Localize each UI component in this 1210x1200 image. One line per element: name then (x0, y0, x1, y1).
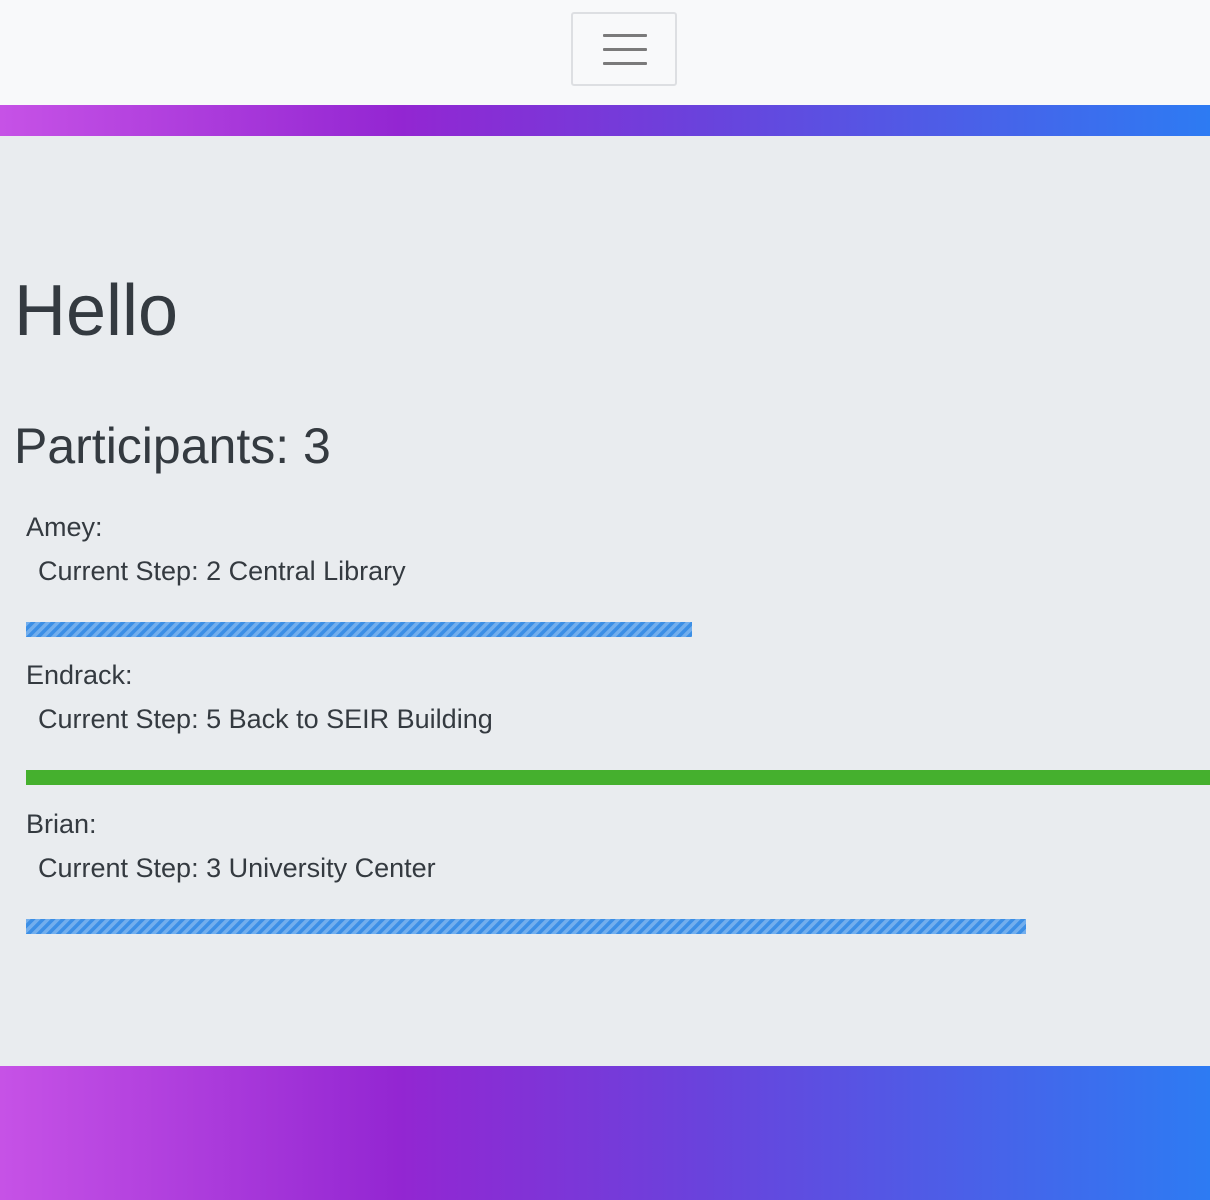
participant-name: Brian: (26, 809, 97, 839)
header-gradient-strip (0, 105, 1210, 136)
participant-name: Endrack: (26, 660, 133, 690)
participant-item: Amey: Current Step: 2 Central Library (26, 510, 1210, 637)
participant-item: Endrack: Current Step: 5 Back to SEIR Bu… (26, 658, 1210, 785)
participant-name: Amey: (26, 512, 103, 542)
progress-bar (26, 919, 1027, 934)
participant-current-step: Current Step: 3 University Center (38, 853, 436, 883)
progress-track (26, 622, 1210, 637)
navbar-toggler-button[interactable] (571, 12, 677, 86)
progress-bar (26, 770, 1210, 785)
participant-current-step: Current Step: 2 Central Library (38, 556, 406, 586)
main-content: Hello Participants: 3 Amey: Current Step… (0, 136, 1210, 1066)
navbar (0, 0, 1210, 105)
progress-track (26, 770, 1210, 785)
participant-current-step: Current Step: 5 Back to SEIR Building (38, 704, 493, 734)
progress-bar (26, 622, 692, 637)
progress-track (26, 919, 1210, 934)
participant-item: Brian: Current Step: 3 University Center (26, 807, 1210, 934)
page-title: Hello (14, 271, 179, 351)
footer (0, 1066, 1210, 1200)
participants-count: Participants: 3 (14, 418, 331, 474)
